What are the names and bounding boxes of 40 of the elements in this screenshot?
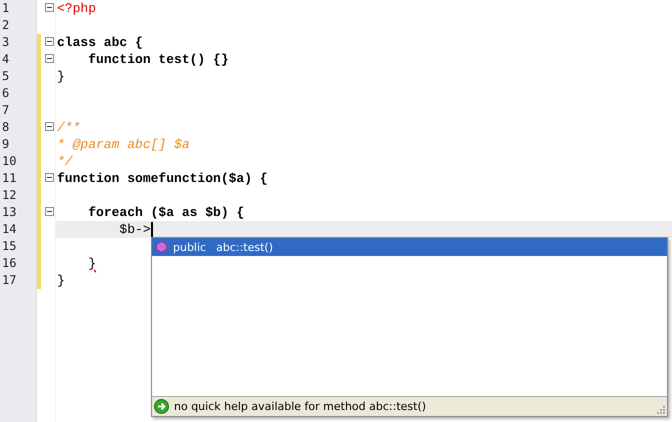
completion-item[interactable]: public abc::test() [152, 238, 667, 256]
resize-grip-icon[interactable] [655, 404, 665, 414]
line-number: 13 [1, 204, 18, 221]
code-text: * @param abc[] $a [57, 136, 190, 153]
code-text: } [57, 68, 65, 85]
collapse-icon[interactable] [45, 37, 54, 46]
code-text: function test() {} [87, 51, 229, 68]
line-number: 12 [1, 187, 18, 204]
code-text: foreach ($a as $b) { [87, 204, 244, 221]
line-number: 16 [1, 255, 18, 272]
line-number: 1 [1, 0, 10, 17]
code-text: } [57, 272, 65, 289]
collapse-icon[interactable] [45, 3, 54, 12]
line-number: 5 [1, 68, 10, 85]
line-number: 10 [1, 153, 18, 170]
code-text: function somefunction($a) { [57, 170, 268, 187]
collapse-icon[interactable] [45, 173, 54, 182]
collapse-icon[interactable] [45, 207, 54, 216]
line-number: 11 [1, 170, 18, 187]
code-text: */ [57, 153, 73, 170]
text-caret [150, 222, 153, 237]
line-number: 14 [1, 221, 18, 238]
code-text: class abc { [57, 34, 143, 51]
code-text: } [87, 255, 96, 272]
line-number: 17 [1, 272, 18, 289]
line-number: 4 [1, 51, 10, 68]
line-number: 2 [1, 17, 10, 34]
line-number: 7 [1, 102, 10, 119]
collapse-icon[interactable] [45, 54, 54, 63]
method-icon [156, 241, 167, 253]
line-number: 9 [1, 136, 10, 153]
line-number: 3 [1, 34, 10, 51]
line-number: 15 [1, 238, 18, 255]
code-text: /** [57, 119, 80, 136]
collapse-icon[interactable] [45, 122, 54, 131]
code-text: $b-> [118, 221, 151, 238]
code-text: <?php [57, 0, 96, 17]
line-number: 6 [1, 85, 10, 102]
status-text: no quick help available for method abc::test() [174, 400, 426, 413]
line-number: 8 [1, 119, 10, 136]
